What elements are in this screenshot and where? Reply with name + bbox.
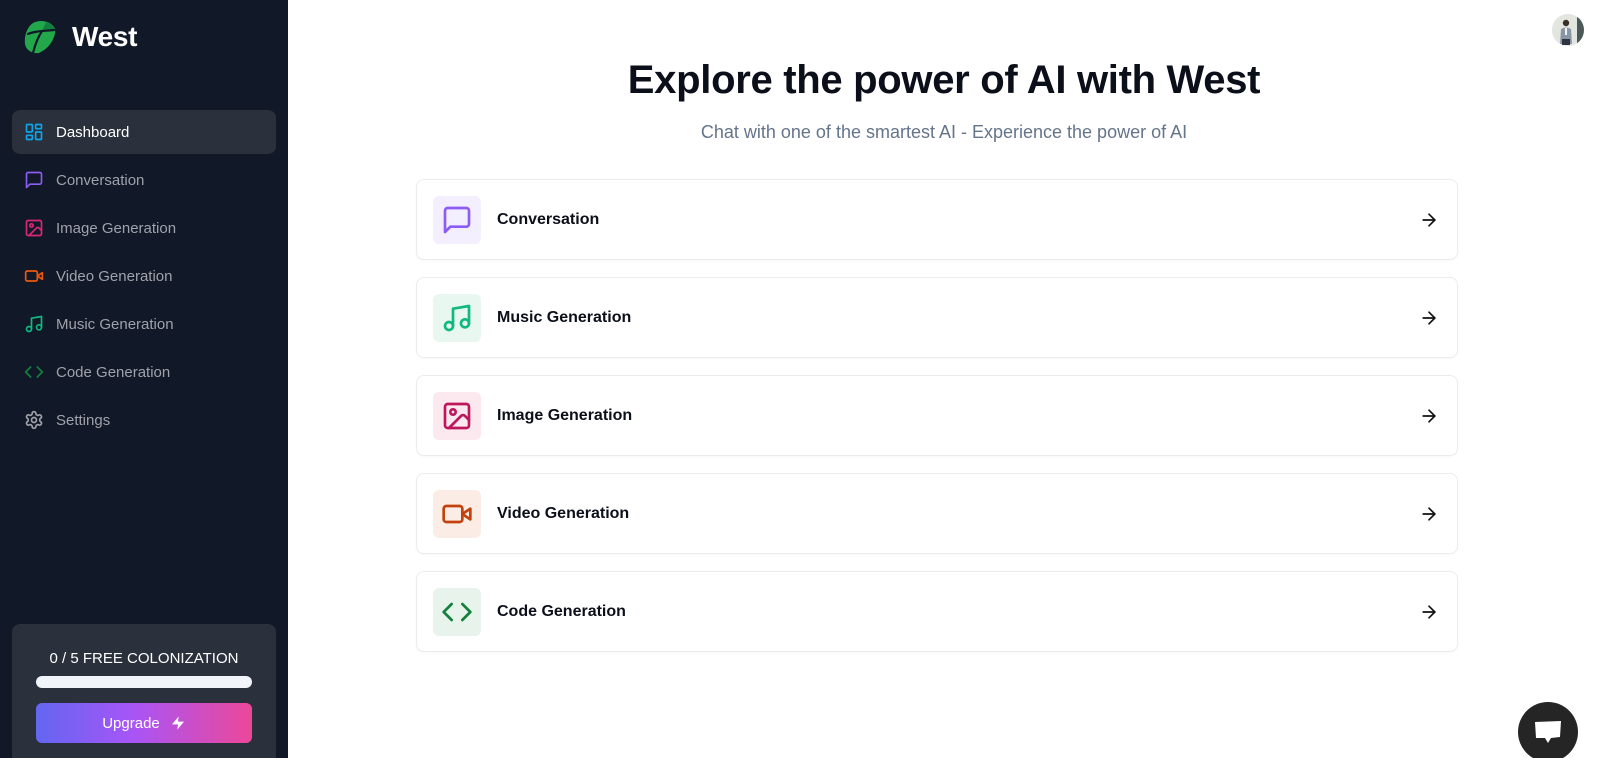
- page-title: Explore the power of AI with West: [627, 58, 1261, 102]
- tool-card-conversation[interactable]: Conversation: [416, 179, 1458, 260]
- upgrade-button[interactable]: Upgrade: [36, 703, 252, 743]
- app-root: West Dashboard Conversation Image Genera…: [0, 0, 1600, 758]
- leaf-logo-icon: [24, 21, 56, 54]
- sidebar-item-label: Dashboard: [56, 123, 130, 141]
- settings-icon: [24, 410, 44, 430]
- arrow-right-icon: [1422, 408, 1436, 423]
- video-icon: [442, 504, 472, 523]
- chat-bubble-icon: [1535, 721, 1561, 743]
- sidebar-item-label: Image Generation: [56, 219, 177, 237]
- sidebar-nav: Dashboard Conversation Image Generation …: [12, 110, 276, 446]
- arrow-right-icon: [1422, 310, 1436, 325]
- zap-icon: [171, 716, 184, 730]
- sidebar-item-label: Music Generation: [56, 315, 174, 333]
- tool-card-code-generation[interactable]: Code Generation: [416, 571, 1458, 652]
- brand-name: West: [72, 21, 138, 52]
- tool-icon-tile: [433, 293, 481, 342]
- main-content: Explore the power of AI with West Chat w…: [288, 0, 1600, 758]
- arrow-right-icon: [1422, 506, 1436, 521]
- free-usage-card: 0 / 5 FREE COLONIZATION Upgrade: [12, 624, 276, 758]
- user-avatar[interactable]: [1552, 14, 1584, 46]
- code-icon: [24, 362, 44, 382]
- music-icon: [24, 314, 44, 334]
- brand[interactable]: West: [24, 20, 138, 54]
- layout-dashboard-icon: [24, 122, 44, 142]
- image-icon: [24, 218, 44, 238]
- message-square-icon: [24, 170, 44, 190]
- chat-widget-button[interactable]: [1518, 702, 1578, 758]
- arrow-right-icon: [1422, 212, 1436, 227]
- sidebar-item-code-generation[interactable]: Code Generation: [12, 350, 276, 394]
- page-subtitle: Chat with one of the smartest AI - Exper…: [700, 122, 1188, 142]
- tool-card-label: Video Generation: [497, 504, 630, 522]
- upgrade-button-label: Upgrade: [102, 714, 160, 732]
- sidebar-item-video-generation[interactable]: Video Generation: [12, 254, 276, 298]
- sidebar-item-dashboard[interactable]: Dashboard: [12, 110, 276, 154]
- sidebar-item-label: Conversation: [56, 171, 145, 189]
- tool-icon-tile: [433, 489, 481, 538]
- sidebar-item-label: Code Generation: [56, 363, 171, 381]
- code-icon: [442, 602, 472, 621]
- free-usage-counter: 0 / 5 FREE COLONIZATION: [49, 650, 239, 667]
- user-avatar-icon: [1552, 14, 1584, 46]
- sidebar-item-label: Settings: [56, 411, 111, 429]
- sidebar-item-music-generation[interactable]: Music Generation: [12, 302, 276, 346]
- tool-card-label: Music Generation: [497, 308, 632, 326]
- tool-card-label: Conversation: [497, 210, 600, 228]
- sidebar-item-conversation[interactable]: Conversation: [12, 158, 276, 202]
- sidebar-item-label: Video Generation: [56, 267, 173, 285]
- tool-card-label: Image Generation: [497, 406, 633, 424]
- usage-progress-bar: [36, 676, 252, 688]
- sidebar-item-image-generation[interactable]: Image Generation: [12, 206, 276, 250]
- music-icon: [443, 304, 471, 331]
- tool-icon-tile: [433, 587, 481, 636]
- video-icon: [24, 266, 44, 286]
- arrow-right-icon: [1422, 604, 1436, 619]
- sidebar-item-settings[interactable]: Settings: [12, 398, 276, 442]
- image-icon: [443, 402, 471, 429]
- message-square-icon: [443, 206, 471, 233]
- tool-list: Conversation Music Generation Image Gene…: [416, 179, 1458, 669]
- sidebar: West Dashboard Conversation Image Genera…: [0, 0, 288, 758]
- tool-card-video-generation[interactable]: Video Generation: [416, 473, 1458, 554]
- tool-icon-tile: [433, 195, 481, 244]
- tool-card-image-generation[interactable]: Image Generation: [416, 375, 1458, 456]
- tool-card-music-generation[interactable]: Music Generation: [416, 277, 1458, 358]
- tool-card-label: Code Generation: [497, 602, 626, 620]
- tool-icon-tile: [433, 391, 481, 440]
